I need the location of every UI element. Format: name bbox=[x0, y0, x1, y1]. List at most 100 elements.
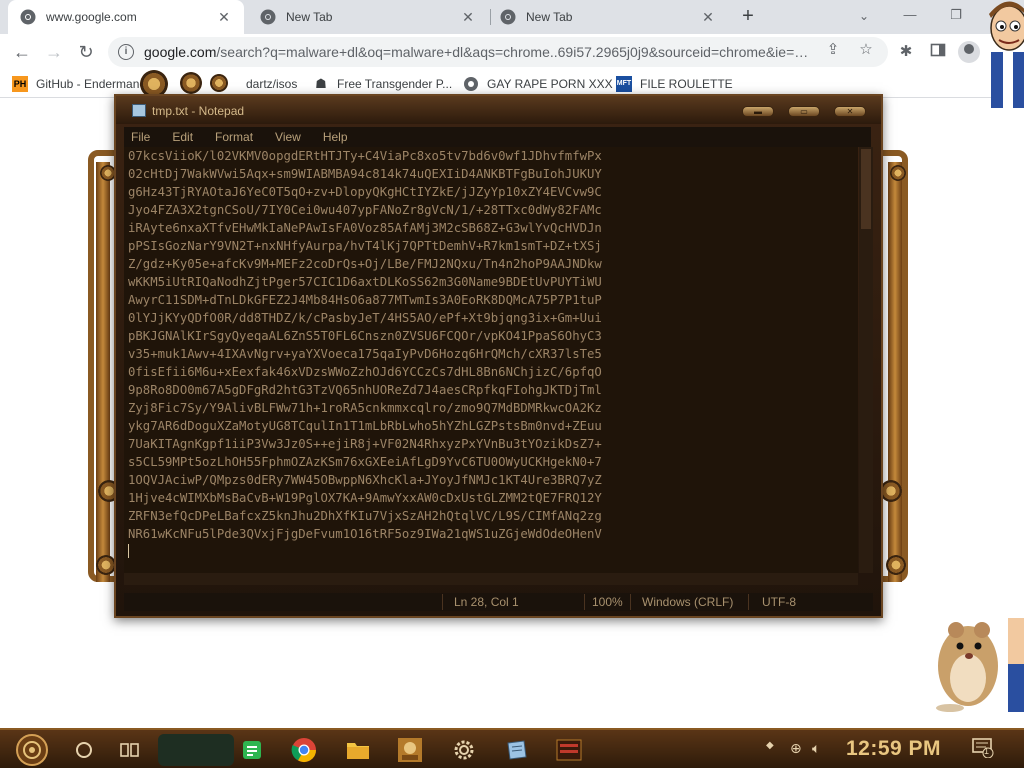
bookmark-gay-rape[interactable]: GAY RAPE PORN XXX bbox=[463, 75, 613, 93]
status-line-endings: Windows (CRLF) bbox=[642, 595, 734, 609]
gear-icon bbox=[96, 555, 116, 575]
url-path: /search?q=malware+dl&oq=malware+dl&aqs=c… bbox=[216, 44, 809, 60]
menu-format[interactable]: Format bbox=[215, 130, 253, 144]
settings-gear-icon[interactable] bbox=[450, 736, 478, 764]
notepad-maximize-button[interactable]: ▭ bbox=[788, 106, 820, 117]
close-icon[interactable]: ✕ bbox=[460, 9, 476, 25]
share-icon[interactable]: ⇪ bbox=[824, 41, 842, 59]
notepad-text-content: 07kcsViioK/l02VKMV0opgdERtHTJTy+C4ViaPc8… bbox=[128, 147, 602, 543]
status-divider bbox=[442, 594, 443, 610]
text-line: iRAyte6nxaXTfvEHwMkIaNePAwIsFA0Voz85AfAM… bbox=[128, 221, 602, 235]
close-icon[interactable]: ✕ bbox=[700, 9, 716, 25]
gear-icon bbox=[880, 480, 902, 502]
vertical-scrollbar[interactable] bbox=[859, 147, 873, 573]
bookmark-label: GitHub - Endermanc bbox=[36, 77, 146, 91]
notepad-minimize-button[interactable]: ▬ bbox=[742, 106, 774, 117]
mft-icon: MFT bbox=[616, 76, 632, 92]
new-tab-button[interactable]: + bbox=[737, 5, 759, 27]
tab-new-tab-2[interactable]: New Tab ✕ bbox=[488, 0, 728, 34]
notepad-icon[interactable] bbox=[502, 736, 530, 764]
tab-title: www.google.com bbox=[46, 10, 137, 24]
menu-help[interactable]: Help bbox=[323, 130, 348, 144]
tab-title: New Tab bbox=[286, 10, 333, 24]
tab-title: New Tab bbox=[526, 10, 573, 24]
back-button[interactable]: ← bbox=[10, 40, 34, 64]
network-globe-icon[interactable]: ⊕ bbox=[790, 740, 802, 757]
scrollbar-thumb[interactable] bbox=[861, 149, 871, 229]
ph-icon: PH bbox=[12, 76, 28, 92]
notification-center-icon[interactable]: 1 bbox=[972, 738, 994, 761]
url-text[interactable]: google.com/search?q=malware+dl&oq=malwar… bbox=[144, 44, 824, 60]
brass-pipe-left bbox=[96, 162, 110, 582]
notepad-icon bbox=[132, 104, 146, 117]
bookmark-label: GAY RAPE PORN XXX bbox=[487, 77, 613, 91]
address-bar[interactable]: i google.com/search?q=malware+dl&oq=malw… bbox=[108, 37, 888, 67]
status-divider bbox=[630, 594, 631, 610]
text-line: pBKJGNAlKIrSgyQyeqaAL6ZnS5T0FL6Cnszn0ZVS… bbox=[128, 329, 602, 343]
text-caret bbox=[128, 544, 129, 558]
gear-icon bbox=[890, 165, 906, 181]
gear-icon bbox=[180, 72, 202, 94]
game-icon[interactable] bbox=[396, 736, 424, 764]
bookmark-github[interactable]: PH GitHub - Endermanc bbox=[12, 75, 145, 93]
notepad-text-area[interactable]: 07kcsViioK/l02VKMV0opgdERtHTJTy+C4ViaPc8… bbox=[124, 147, 858, 573]
reload-button[interactable]: ↻ bbox=[74, 40, 98, 64]
menu-file[interactable]: File bbox=[131, 130, 150, 144]
menu-edit[interactable]: Edit bbox=[172, 130, 193, 144]
forward-button[interactable]: → bbox=[42, 40, 66, 64]
tab-google[interactable]: www.google.com ✕ bbox=[8, 0, 244, 34]
chrome-icon bbox=[500, 9, 516, 25]
bookmark-label: FILE ROULETTE bbox=[640, 77, 733, 91]
status-encoding: UTF-8 bbox=[762, 595, 796, 609]
taskbar-clock[interactable]: 12:59 PM bbox=[846, 737, 941, 761]
extensions-puzzle-icon[interactable]: ✱ bbox=[896, 42, 916, 62]
menu-view[interactable]: View bbox=[275, 130, 301, 144]
minimize-button[interactable]: — bbox=[898, 4, 922, 26]
text-line: 7UaKITAgnKgpf1iiP3Vw3Jz0S++ejiR8j+VF02N4… bbox=[128, 437, 602, 451]
text-line: 0lYJjKYyQDfO0R/dd8THDZ/k/cPasbyJeT/4HS5A… bbox=[128, 311, 602, 325]
notification-count: 1 bbox=[984, 746, 990, 756]
close-icon[interactable]: ✕ bbox=[216, 9, 232, 25]
task-view-icon[interactable] bbox=[116, 736, 144, 764]
volume-icon[interactable]: 🔈︎ bbox=[812, 740, 820, 757]
text-line: ZRFN3efQcDPeLBafcxZ5knJhu2DhXfKIu7VjxSzA… bbox=[128, 509, 602, 523]
cartoon-man-sticker bbox=[985, 0, 1024, 108]
bookmark-label: Free Transgender P... bbox=[337, 77, 453, 91]
restore-button[interactable]: ❐ bbox=[944, 4, 968, 26]
text-line: 1OQVJAciwP/QMpzs0dERy7WW45OBwppN6XhcKla+… bbox=[128, 473, 602, 487]
text-line: g6Hz43TjRYAOtaJ6YeC0T5qO+zv+DlopyQKgHCtI… bbox=[128, 185, 602, 199]
tab-new-tab-1[interactable]: New Tab ✕ bbox=[248, 0, 488, 34]
bookmark-star-icon[interactable]: ☆ bbox=[857, 41, 875, 59]
notepad-close-button[interactable]: ✕ bbox=[834, 106, 866, 117]
side-panel-icon[interactable] bbox=[928, 42, 948, 62]
bookmark-isos[interactable]: dartz/isos bbox=[246, 75, 297, 93]
text-line: AwyrC11SDM+dTnLDkGFEZ2J4Mb84HsO6a877MTwm… bbox=[128, 293, 602, 307]
text-line: wKKM5iUtRIQaNodhZjtPger57CIC1D6axtDLKoSS… bbox=[128, 275, 602, 289]
chrome-icon[interactable] bbox=[290, 736, 318, 764]
tab-search-button[interactable]: ⌄ bbox=[854, 6, 874, 26]
bookmark-file-roulette[interactable]: MFT FILE ROULETTE bbox=[616, 75, 733, 93]
text-line: pPSIsGozNarY9VN2T+nxNHfyAurpa/hvT4lKj7QP… bbox=[128, 239, 602, 253]
text-line: 02cHtDj7WakWVwi5Aqx+sm9WIABMBA94c814k74u… bbox=[128, 167, 602, 181]
browser-toolbar: ← → ↻ i google.com/search?q=malware+dl&o… bbox=[0, 34, 1024, 70]
app-icon[interactable] bbox=[554, 736, 584, 764]
text-line: Jyo4FZA3X2tgnCSoU/7IY0Cei0wu407ypFANoZr8… bbox=[128, 203, 602, 217]
file-explorer-icon[interactable] bbox=[344, 736, 372, 764]
notepad-window: tmp.txt - Notepad ▬ ▭ ✕ File Edit Format… bbox=[114, 94, 883, 618]
tray-overflow-icon[interactable]: ◆ bbox=[766, 740, 774, 751]
horizontal-scrollbar[interactable] bbox=[124, 573, 858, 585]
profile-avatar[interactable] bbox=[958, 41, 980, 63]
browser-tab-strip: www.google.com ✕ New Tab ✕ New Tab ✕ + ⌄… bbox=[0, 0, 1024, 34]
notes-icon[interactable] bbox=[238, 736, 266, 764]
start-orb-icon[interactable] bbox=[14, 732, 50, 768]
notepad-titlebar[interactable]: tmp.txt - Notepad ▬ ▭ ✕ bbox=[116, 96, 881, 124]
bookmark-free-transgender[interactable]: ☗ Free Transgender P... bbox=[313, 75, 452, 93]
site-info-icon[interactable]: i bbox=[118, 44, 134, 60]
text-line: 1Hjve4cWIMXbMsBaCvB+W19PglOX7KA+9AmwYxxA… bbox=[128, 491, 602, 505]
status-zoom: 100% bbox=[592, 595, 623, 609]
gear-icon bbox=[886, 555, 906, 575]
taskbar-search-box[interactable] bbox=[158, 734, 234, 766]
text-line: 07kcsViioK/l02VKMV0opgdERtHTJTy+C4ViaPc8… bbox=[128, 149, 602, 163]
chrome-icon bbox=[20, 9, 36, 25]
cortana-circle-icon[interactable] bbox=[70, 736, 98, 764]
